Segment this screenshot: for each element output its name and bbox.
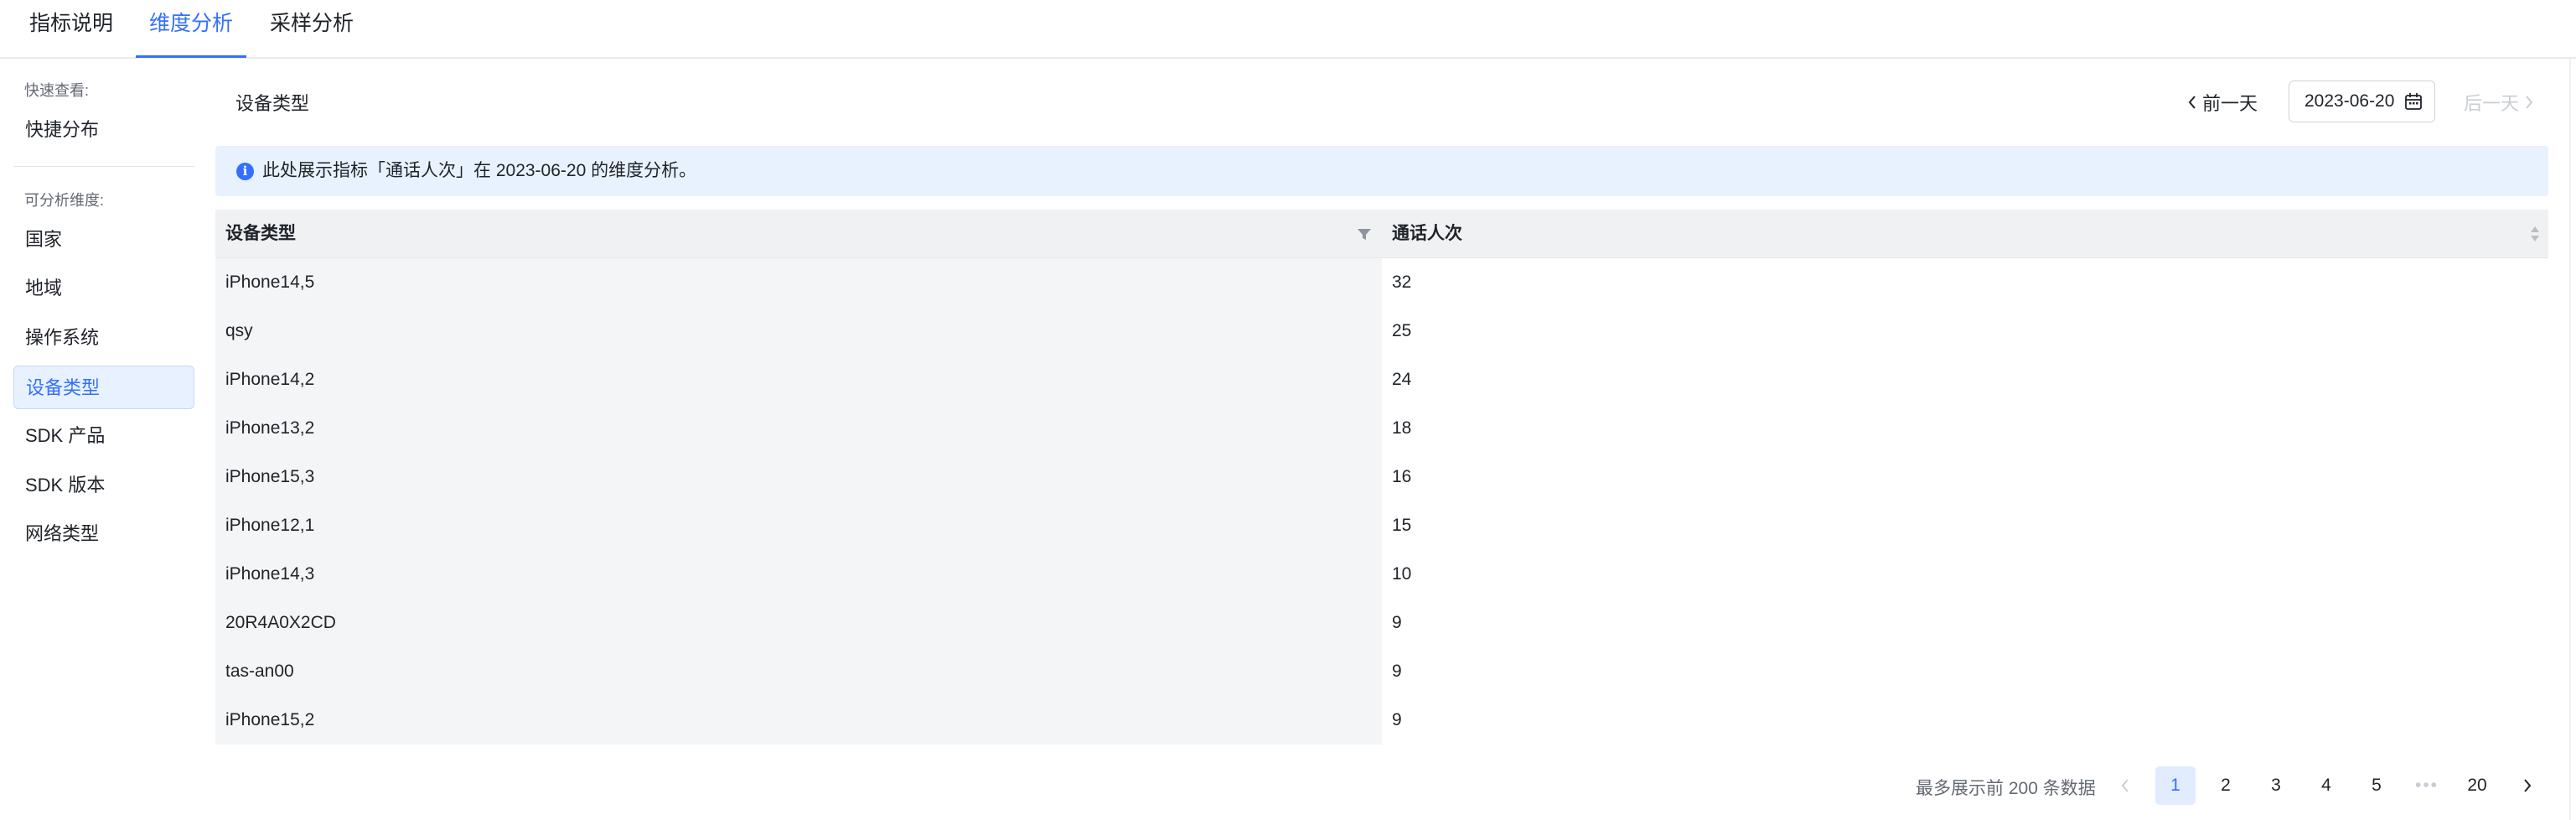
- prev-page-button[interactable]: [2105, 766, 2145, 805]
- table-row: iPhone14,2 24: [215, 356, 2548, 404]
- quick-view-header: 快速查看:: [24, 82, 90, 99]
- page-button-4[interactable]: 4: [2306, 766, 2346, 805]
- sidebar-item-sdk-product[interactable]: SDK 产品: [13, 414, 194, 458]
- next-page-button[interactable]: [2507, 766, 2548, 805]
- chevron-right-icon: [2526, 96, 2533, 109]
- cell-device-type: iPhone13,2: [215, 404, 1382, 453]
- page-button-3[interactable]: 3: [2256, 766, 2296, 805]
- cell-device-type: iPhone14,3: [215, 550, 1382, 599]
- table-row: iPhone15,3 16: [215, 453, 2548, 501]
- prev-day-button[interactable]: 前一天: [2187, 89, 2258, 116]
- active-tab-indicator: [136, 55, 246, 58]
- filter-icon[interactable]: [1357, 227, 1372, 241]
- cell-call-count: 9: [1392, 613, 1402, 632]
- cell-call-count: 16: [1392, 467, 1412, 486]
- cell-call-count: 25: [1392, 321, 1412, 340]
- sidebar-item-region[interactable]: 地域: [13, 267, 194, 310]
- sidebar-divider: [13, 166, 194, 167]
- table-header: 设备类型 通话人次: [215, 210, 2548, 258]
- sidebar-item-country[interactable]: 国家: [13, 218, 194, 262]
- sort-icon[interactable]: [2529, 225, 2541, 243]
- pagination-note: 最多展示前 200 条数据: [1916, 779, 2096, 798]
- table-row: 20R4A0X2CD 9: [215, 599, 2548, 647]
- tab-metric-description[interactable]: 指标说明: [29, 8, 113, 59]
- dimensions-header: 可分析维度:: [24, 192, 105, 209]
- sidebar-item-os[interactable]: 操作系统: [13, 316, 194, 360]
- table-row: iPhone14,3 10: [215, 550, 2548, 599]
- chevron-right-icon: [2524, 779, 2532, 793]
- table-row: iPhone15,2 9: [215, 696, 2548, 745]
- sidebar-item-sdk-version[interactable]: SDK 版本: [13, 464, 194, 507]
- info-text: 此处展示指标「通话人次」在 2023-06-20 的维度分析。: [262, 161, 697, 180]
- table-row: iPhone12,1 15: [215, 501, 2548, 550]
- page-button-2[interactable]: 2: [2206, 766, 2246, 805]
- table-body: iPhone14,5 32 qsy 25 iPhone14,2 24 iPhone13,2 1…: [215, 258, 2548, 745]
- date-value: 2023-06-20: [2304, 91, 2395, 111]
- cell-call-count: 24: [1392, 370, 1412, 389]
- table-row: qsy 25: [215, 307, 2548, 356]
- next-day-button[interactable]: 后一天: [2464, 89, 2534, 116]
- cell-call-count: 10: [1392, 564, 1412, 584]
- cell-device-type: iPhone14,2: [215, 356, 1382, 404]
- cell-call-count: 9: [1392, 710, 1402, 729]
- cell-call-count: 32: [1392, 272, 1412, 292]
- dimension-table: 设备类型 通话人次 iPhone14,5 32 qsy 25 iPhone14,2 24 i…: [215, 210, 2548, 745]
- cell-device-type: qsy: [215, 307, 1382, 356]
- table-row: tas-an00 9: [215, 647, 2548, 696]
- info-icon: i: [236, 163, 254, 180]
- page-button-5[interactable]: 5: [2356, 766, 2397, 805]
- page-button-last[interactable]: 20: [2457, 766, 2497, 805]
- next-day-label: 后一天: [2464, 93, 2520, 114]
- cell-call-count: 15: [1392, 516, 1412, 535]
- sidebar-item-network-type[interactable]: 网络类型: [13, 512, 194, 556]
- tab-sampling-analysis[interactable]: 采样分析: [270, 8, 354, 59]
- chevron-left-icon: [2188, 96, 2196, 109]
- page-ellipsis[interactable]: •••: [2407, 766, 2447, 805]
- date-picker[interactable]: 2023-06-20: [2289, 80, 2435, 122]
- table-row: iPhone14,5 32: [215, 258, 2548, 307]
- table-row: iPhone13,2 18: [215, 404, 2548, 453]
- cell-call-count: 18: [1392, 418, 1412, 438]
- cell-call-count: 9: [1392, 662, 1402, 681]
- cell-device-type: 20R4A0X2CD: [215, 599, 1382, 647]
- top-tab-bar: 指标说明 维度分析 采样分析: [0, 0, 2576, 59]
- cell-device-type: iPhone12,1: [215, 501, 1382, 550]
- cell-device-type: iPhone14,5: [215, 258, 1382, 307]
- page-title: 设备类型: [235, 93, 310, 114]
- prev-day-label: 前一天: [2202, 93, 2258, 114]
- cell-device-type: iPhone15,2: [215, 696, 1382, 745]
- tab-dimension-analysis[interactable]: 维度分析: [149, 8, 233, 59]
- info-banner: i 此处展示指标「通话人次」在 2023-06-20 的维度分析。: [215, 146, 2548, 196]
- column-header-call-count: 通话人次: [1392, 224, 1462, 243]
- cell-device-type: iPhone15,3: [215, 453, 1382, 501]
- cell-device-type: tas-an00: [215, 647, 1382, 696]
- chevron-left-icon: [2121, 779, 2129, 793]
- sidebar-item-quick-distribution[interactable]: 快捷分布: [13, 108, 194, 152]
- calendar-icon: [2405, 93, 2422, 110]
- sidebar-item-device-type[interactable]: 设备类型: [13, 366, 194, 409]
- panel-right-border: [2569, 59, 2571, 820]
- column-header-device-type: 设备类型: [225, 224, 296, 243]
- page-button-1[interactable]: 1: [2155, 766, 2196, 805]
